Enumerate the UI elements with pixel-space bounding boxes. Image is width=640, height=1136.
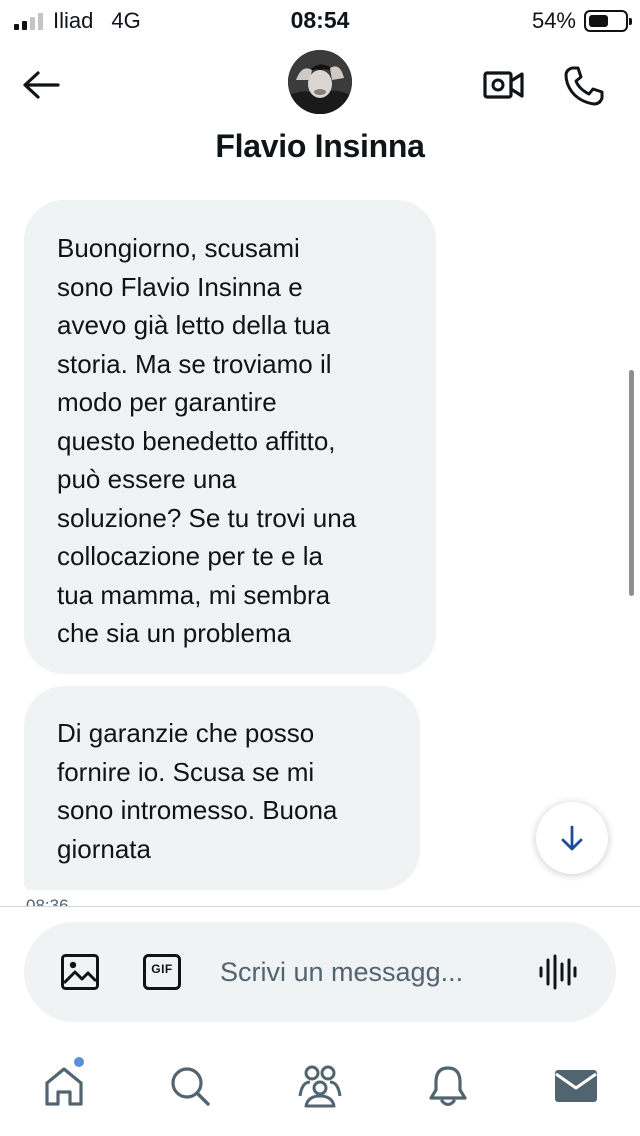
message-line: questo benedetto affitto, <box>57 425 336 456</box>
message-line: che sia un problema <box>57 618 292 648</box>
message-bubble[interactable]: Buongiorno, scusami sono Flavio Insinna … <box>24 200 436 674</box>
message-composer: GIF <box>24 922 616 1022</box>
video-camera-icon <box>483 71 524 99</box>
image-icon <box>61 954 99 990</box>
gif-label: GIF <box>151 962 173 976</box>
nav-notifications[interactable] <box>424 1062 472 1110</box>
message-line: collocazione per te e la <box>57 541 323 571</box>
nav-search[interactable] <box>166 1062 214 1110</box>
status-bar: Iliad 4G 08:54 54% <box>0 0 640 40</box>
contact-name[interactable]: Flavio Insinna <box>0 128 640 165</box>
message-timestamp: 08:36 <box>26 896 69 906</box>
phone-icon <box>564 66 604 106</box>
message-line: può essere una <box>57 464 237 494</box>
arrow-left-icon <box>23 71 60 99</box>
nav-communities[interactable] <box>296 1062 344 1110</box>
message-line: Di garanzie che posso <box>57 718 315 748</box>
video-call-button[interactable] <box>480 64 528 106</box>
bell-icon <box>429 1066 467 1107</box>
message-line: avevo già letto della tua <box>57 310 331 340</box>
nav-messages[interactable] <box>552 1062 600 1110</box>
message-input[interactable] <box>220 948 520 996</box>
search-icon <box>171 1067 210 1106</box>
scrollbar[interactable] <box>629 370 634 596</box>
bottom-navigation <box>0 1040 640 1136</box>
status-bar-right: 54% <box>531 8 632 34</box>
voice-message-button[interactable] <box>536 952 580 992</box>
avatar-image <box>288 50 352 114</box>
battery-level <box>589 15 609 27</box>
communities-icon <box>298 1065 342 1108</box>
add-gif-button[interactable]: GIF <box>142 952 182 992</box>
message-line: fornire io. Scusa se mi <box>57 756 315 787</box>
add-image-button[interactable] <box>60 952 100 992</box>
battery-icon <box>584 10 632 32</box>
message-list[interactable]: Buongiorno, scusami sono Flavio Insinna … <box>0 180 640 906</box>
back-button[interactable] <box>20 64 62 106</box>
voice-call-button[interactable] <box>560 62 608 110</box>
message-line: sono Flavio Insinna e <box>57 271 303 302</box>
composer-divider <box>0 906 640 907</box>
home-icon <box>45 1067 83 1106</box>
message-line: giornata <box>57 833 151 864</box>
message-line: tua mamma, mi sembra <box>57 579 331 610</box>
notification-dot <box>74 1057 84 1067</box>
nav-home[interactable] <box>40 1062 88 1110</box>
message-line: modo per garantire <box>57 387 277 417</box>
conversation-header: Flavio Insinna <box>0 40 640 180</box>
arrow-down-icon <box>561 825 583 851</box>
message-line: soluzione? Se tu trovi una <box>57 502 357 533</box>
message-line: Buongiorno, scusami <box>57 233 300 263</box>
mail-icon <box>555 1070 597 1102</box>
message-bubble[interactable]: Di garanzie che posso fornire io. Scusa … <box>24 686 420 890</box>
battery-percent: 54% <box>531 8 576 33</box>
contact-avatar[interactable] <box>288 50 352 114</box>
message-line: storia. Ma se troviamo il <box>57 348 332 379</box>
voice-wave-icon <box>539 954 577 990</box>
message-line: sono intromesso. Buona <box>57 795 338 825</box>
scroll-to-bottom-button[interactable] <box>536 802 608 874</box>
